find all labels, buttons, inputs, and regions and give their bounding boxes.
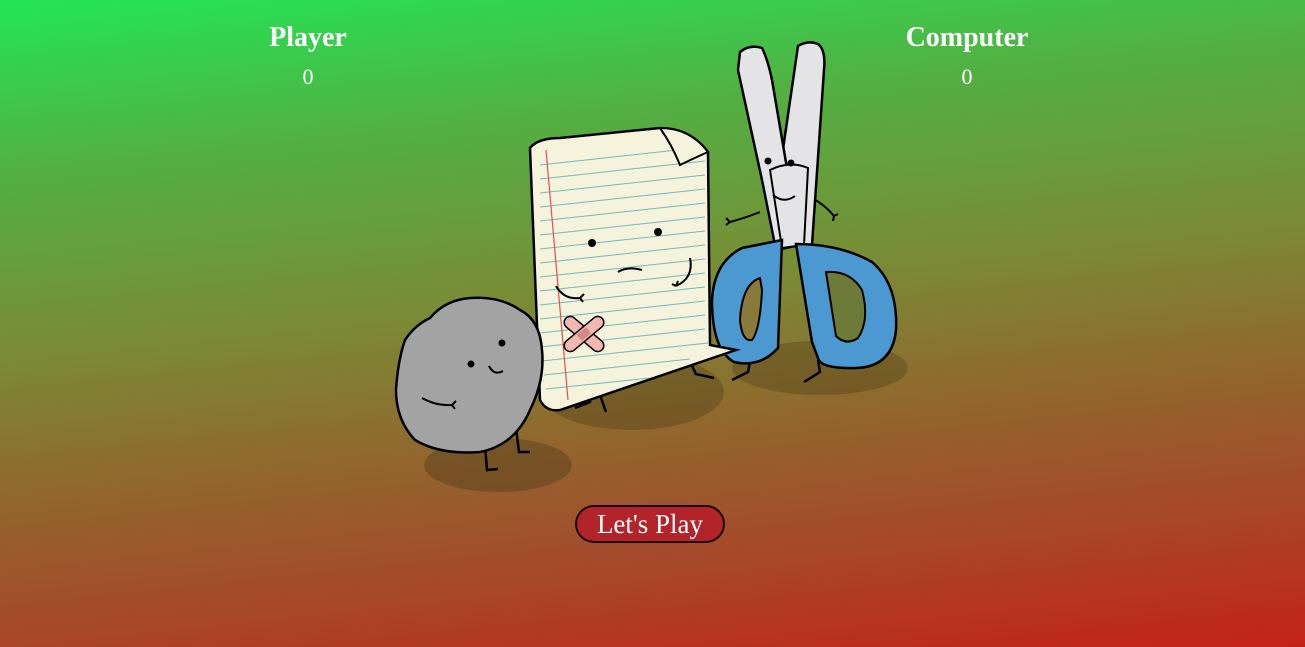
player-score: 0 [302,64,314,89]
player-score-panel: Player 0 [208,20,408,94]
scissors-character [710,41,898,384]
lets-play-button[interactable]: Let's Play [575,505,725,543]
rock-paper-scissors-illustration [394,41,908,492]
player-label: Player [269,22,347,53]
